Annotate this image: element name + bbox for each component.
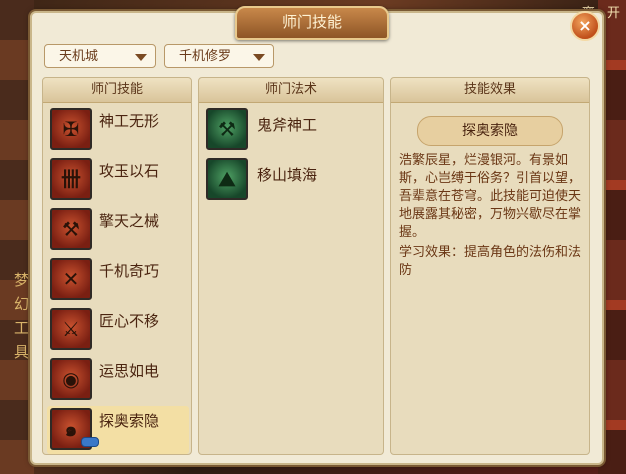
chevron-down-icon <box>135 54 147 61</box>
effect-learn-text: 学习效果：提高角色的法伤和法防 <box>399 245 582 278</box>
skill-icon: ⚒ <box>50 208 92 250</box>
skill-label: 运思如电 <box>99 362 160 380</box>
branch-dropdown-value: 千机修罗 <box>179 49 232 64</box>
skill-label: 探奥索隐 <box>99 412 160 430</box>
effect-column: 技能效果 探奥索隐 浩繁辰星，烂漫银河。有景如斯，心岂缚于俗务？引首以望，吾辈意… <box>390 77 590 455</box>
skill-label: 匠心不移 <box>99 312 160 330</box>
skill-icon: ✠ <box>50 108 92 150</box>
skill-label: 千机奇巧 <box>99 262 160 280</box>
skills-column-header: 师门技能 <box>43 78 191 103</box>
skill-label: 神工无形 <box>99 112 160 130</box>
mountain-icon: ⛰ <box>206 158 248 200</box>
skill-icon: 卌 <box>50 158 92 200</box>
skill-item-selected[interactable]: ๑ 探奥索隐 <box>47 406 189 454</box>
window-title: 师门技能 <box>235 6 389 40</box>
skill-icon: ✕ <box>50 258 92 300</box>
spell-item[interactable]: ⚒ 鬼斧神工 <box>203 106 381 154</box>
sect-skills-window: 天机城 千机修罗 师门技能 ✠ 神工无形 卌 攻玉以石 ⚒ 擎天之械 ✕ 千机奇… <box>30 11 604 465</box>
effect-column-header: 技能效果 <box>391 78 589 103</box>
branch-dropdown[interactable]: 千机修罗 <box>164 44 274 68</box>
spell-label: 移山填海 <box>257 166 318 184</box>
skill-label: 擎天之械 <box>99 212 160 230</box>
skill-item[interactable]: 卌 攻玉以石 <box>47 156 189 204</box>
skill-item[interactable]: ⚔ 匠心不移 <box>47 306 189 354</box>
spell-item[interactable]: ⛰ 移山填海 <box>203 156 381 204</box>
skills-column: 师门技能 ✠ 神工无形 卌 攻玉以石 ⚒ 擎天之械 ✕ 千机奇巧 ⚔ 匠心不移 … <box>42 77 192 455</box>
sect-dropdown[interactable]: 天机城 <box>44 44 156 68</box>
background-left-strip <box>0 0 34 474</box>
close-icon[interactable]: × <box>570 11 600 41</box>
skill-icon: ⚔ <box>50 308 92 350</box>
spell-label: 鬼斧神工 <box>257 116 318 134</box>
skill-item[interactable]: ✠ 神工无形 <box>47 106 189 154</box>
skill-label: 攻玉以石 <box>99 162 160 180</box>
effect-description: 浩繁辰星，烂漫银河。有景如斯，心岂缚于俗务？引首以望，吾辈意在苍穹。此技能可迫使… <box>399 153 582 240</box>
axe-icon: ⚒ <box>206 108 248 150</box>
chevron-down-icon <box>253 54 265 61</box>
spells-column: 师门法术 ⚒ 鬼斧神工 ⛰ 移山填海 <box>198 77 384 455</box>
skill-item[interactable]: ⚒ 擎天之械 <box>47 206 189 254</box>
skill-item[interactable]: ◉ 运思如电 <box>47 356 189 404</box>
skill-item[interactable]: ✕ 千机奇巧 <box>47 256 189 304</box>
equipped-tag-icon <box>81 437 99 447</box>
spells-column-header: 师门法术 <box>199 78 383 103</box>
skill-icon: ◉ <box>50 358 92 400</box>
effect-skill-name: 探奥索隐 <box>417 116 563 146</box>
sect-dropdown-value: 天机城 <box>59 49 99 64</box>
